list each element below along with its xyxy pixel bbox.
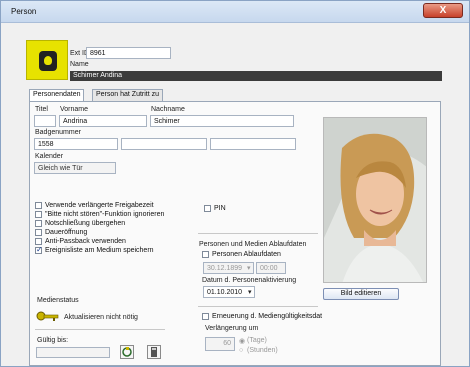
option-checkbox-6[interactable] xyxy=(35,245,43,254)
nachname-field[interactable]: Schimer xyxy=(150,115,294,127)
ablauf-date-chevron-icon: ▾ xyxy=(247,265,251,272)
kalender-field[interactable]: Gleich wie Tür xyxy=(34,162,116,174)
person-icon xyxy=(26,40,68,80)
calculator-icon xyxy=(151,347,157,357)
tage-radio-icon[interactable]: ◉ xyxy=(239,337,245,345)
calculator-button[interactable] xyxy=(147,345,161,359)
personen-ablauf-label: Personen Ablaufdaten xyxy=(212,251,281,258)
ablauf-section-label: Personen und Medien Ablaufdaten xyxy=(199,241,307,248)
aktivierung-chevron-icon[interactable]: ▾ xyxy=(248,288,252,296)
close-button[interactable]: X xyxy=(423,3,463,18)
gueltig-field[interactable] xyxy=(36,347,110,358)
option-label-5: Anti-Passback verwenden xyxy=(45,238,126,245)
person-window: Person X Ext ID 8961 Name Schimer Andina… xyxy=(0,0,470,367)
divider-2 xyxy=(198,306,318,307)
ext-id-field[interactable]: 8961 xyxy=(86,47,171,59)
titel-label: Titel xyxy=(35,106,48,113)
option-label-6: Ereignisliste am Medium speichern xyxy=(45,247,154,254)
divider xyxy=(198,233,318,234)
verlaengerung-label: Verlängerung um xyxy=(205,325,259,332)
vorname-label: Vorname xyxy=(60,106,89,113)
badge-field-2[interactable] xyxy=(121,138,207,150)
badge-field-3[interactable] xyxy=(210,138,296,150)
erneuerung-label: Erneuerung d. Mediengültigkeitsdat xyxy=(212,313,323,320)
personen-ablauf-checkbox[interactable] xyxy=(202,251,209,258)
stunden-label: (Stunden) xyxy=(247,347,278,354)
stunden-radio-icon[interactable]: ○ xyxy=(239,347,243,354)
key-icon xyxy=(36,311,59,321)
tage-label: (Tage) xyxy=(247,337,267,344)
edit-photo-button[interactable]: Bild editieren xyxy=(323,288,399,300)
person-photo xyxy=(323,117,427,283)
aktivierung-label: Datum d. Personenaktivierung xyxy=(202,277,297,284)
pin-checkbox[interactable] xyxy=(204,205,211,212)
verlaengerung-field[interactable]: 60 xyxy=(205,337,235,351)
option-checkbox-2[interactable] xyxy=(35,211,42,218)
medienstatus-label: Medienstatus xyxy=(37,297,79,304)
option-label-1: Verwende verlängerte Freigabezeit xyxy=(45,202,154,209)
key-refresh-icon xyxy=(122,347,132,357)
medienstatus-text: Aktualisieren nicht nötig xyxy=(64,314,138,321)
ablauf-time-field[interactable]: 00:00 xyxy=(256,262,286,274)
refresh-medium-button[interactable] xyxy=(120,345,134,359)
option-checkbox-4[interactable] xyxy=(35,229,42,236)
window-title: Person xyxy=(11,7,37,16)
badge-label: Badgenummer xyxy=(35,129,81,136)
option-checkbox-5[interactable] xyxy=(35,238,42,245)
badge-field[interactable]: 1558 xyxy=(34,138,118,150)
pin-label: PIN xyxy=(214,205,226,212)
nachname-label: Nachname xyxy=(151,106,185,113)
tab-zutritt[interactable]: Person hat Zutritt zu xyxy=(92,89,164,101)
option-checkbox-1[interactable] xyxy=(35,202,42,209)
erneuerung-checkbox[interactable] xyxy=(202,313,209,320)
option-label-2: "Bitte nicht stören"-Funktion ignorieren xyxy=(45,211,165,218)
gueltig-label: Gültig bis: xyxy=(37,337,69,344)
divider-3 xyxy=(35,329,165,330)
titel-field[interactable] xyxy=(34,115,56,127)
option-label-3: Notschließung übergehen xyxy=(45,220,126,227)
kalender-label: Kalender xyxy=(35,153,64,160)
vorname-field[interactable]: Andrina xyxy=(59,115,147,127)
title-bar: Person X xyxy=(1,1,469,23)
option-checkbox-3[interactable] xyxy=(35,220,42,227)
name-label: Name xyxy=(70,61,89,68)
name-display: Schimer Andina xyxy=(70,71,442,81)
option-label-4: Daueröffnung xyxy=(45,229,88,236)
